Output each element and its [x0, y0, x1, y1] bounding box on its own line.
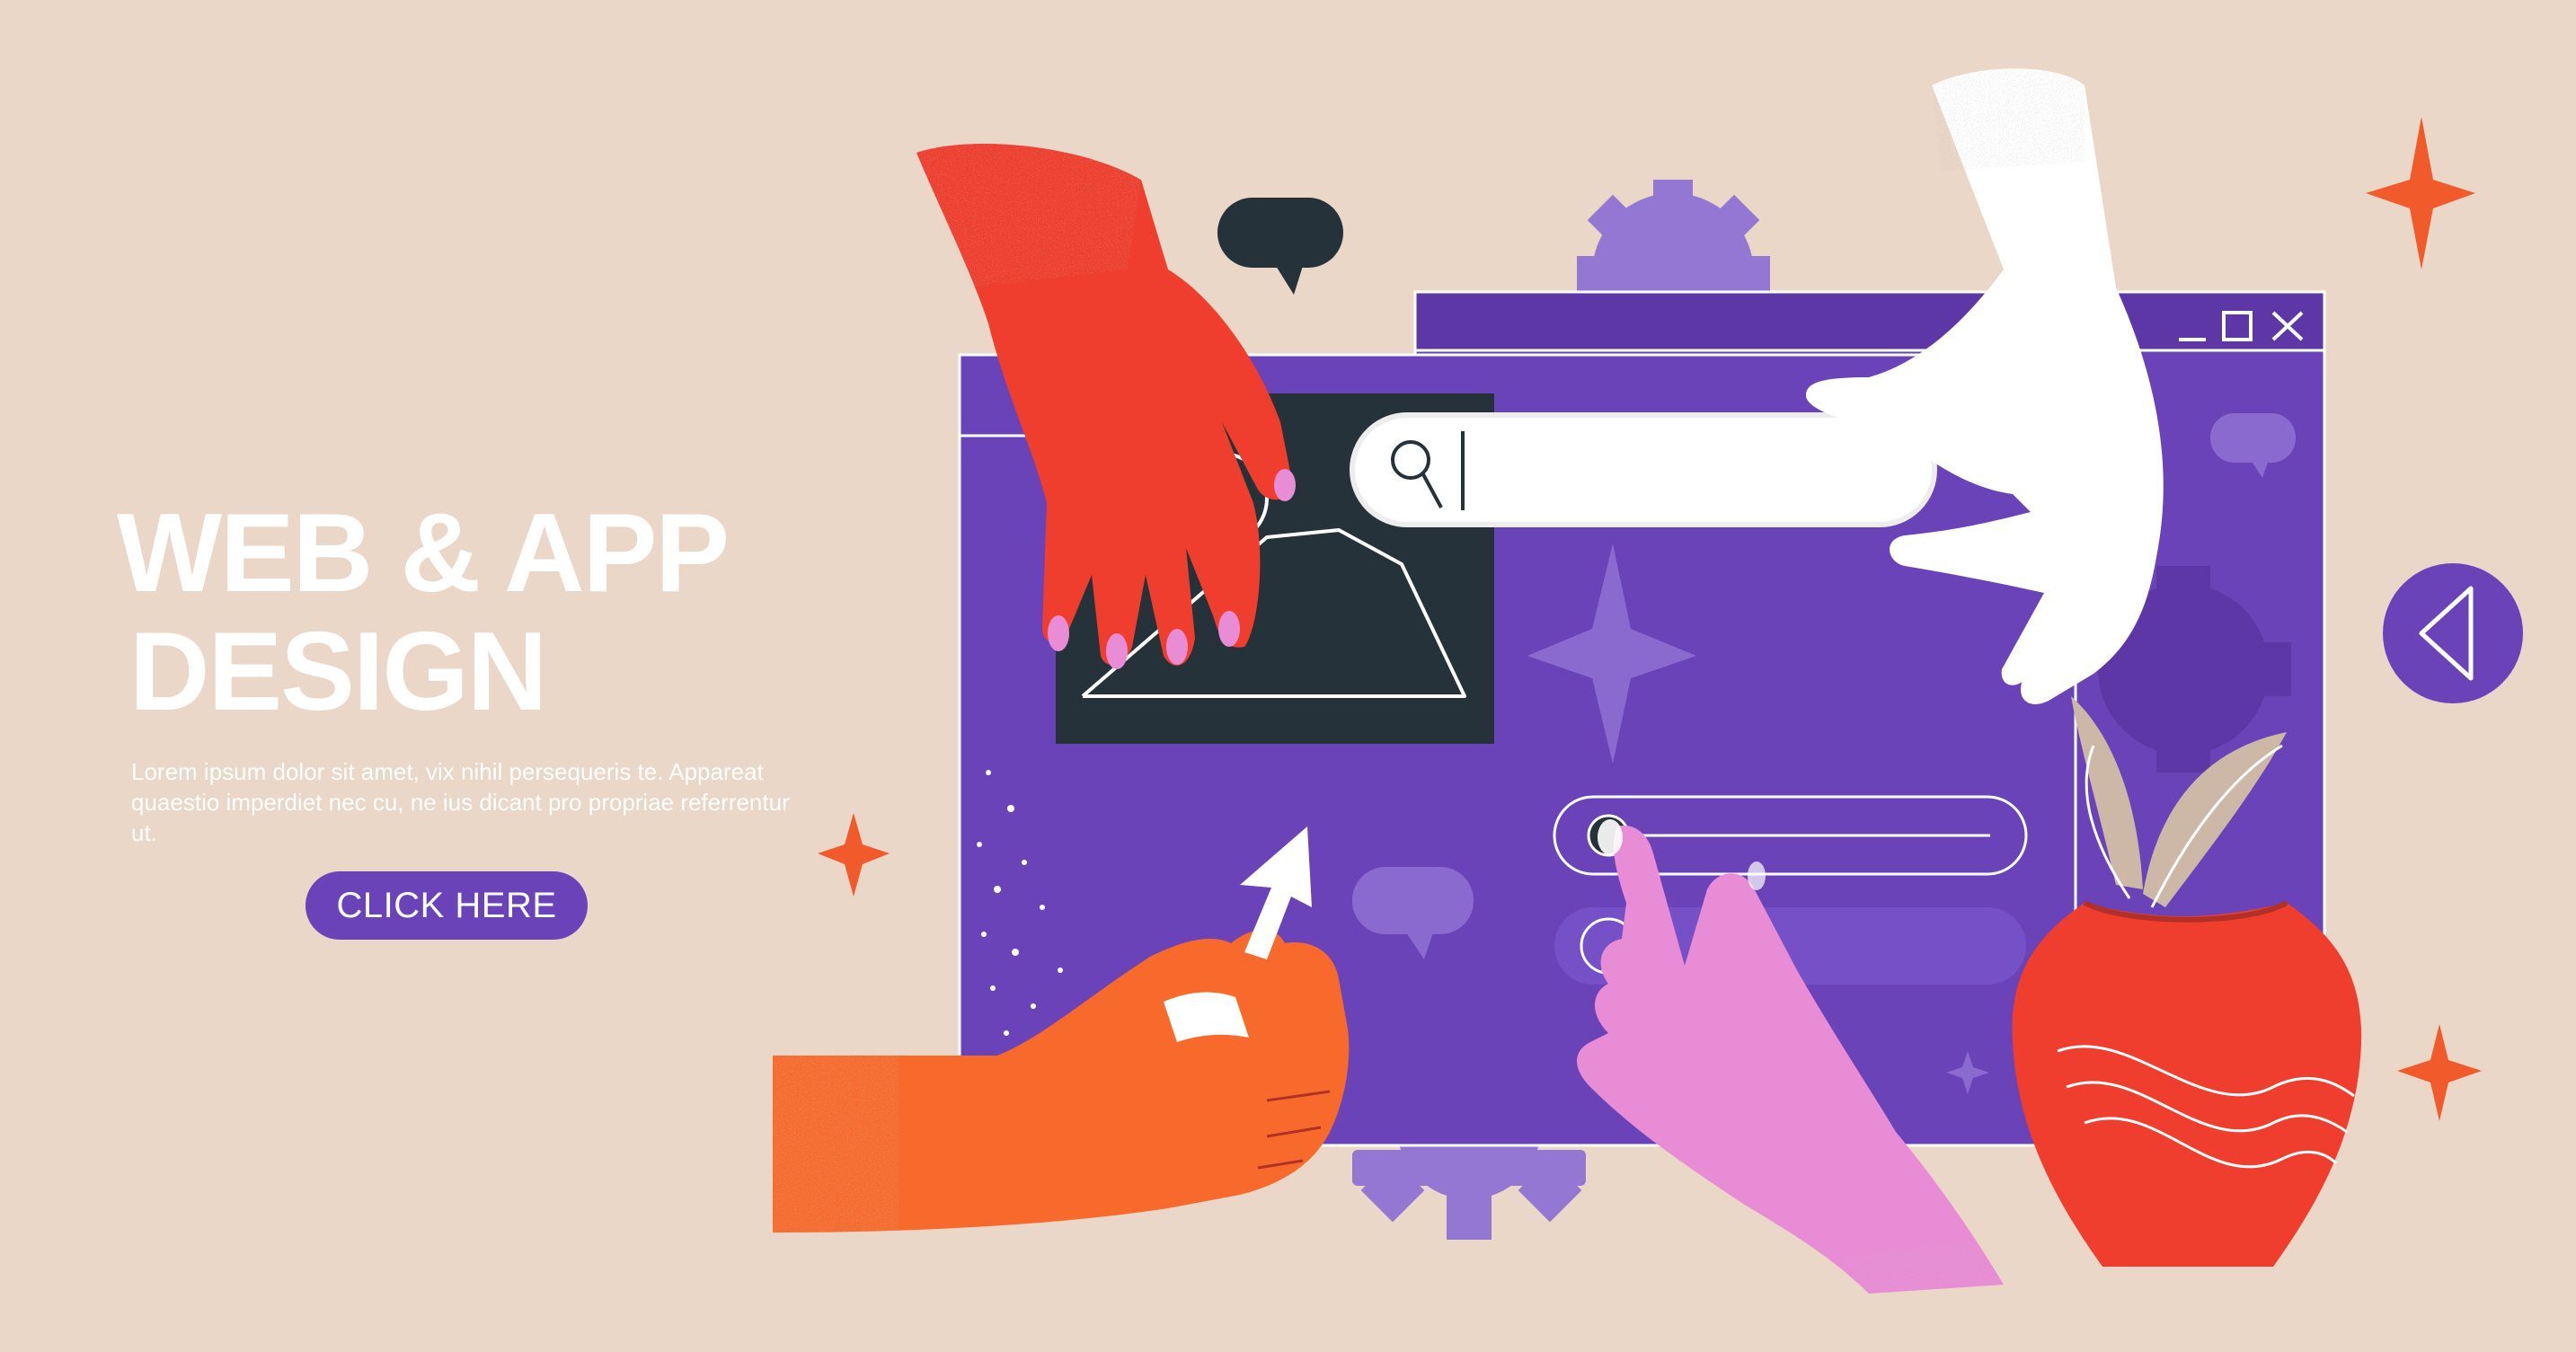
star-icon — [818, 813, 890, 897]
click-here-button[interactable]: CLICK HERE — [305, 871, 588, 940]
search-input[interactable] — [1465, 440, 1899, 496]
title-line-1: WEB & APP — [117, 491, 730, 615]
title-line-2: DESIGN — [129, 610, 547, 734]
page-title: WEB & APP DESIGN — [117, 494, 800, 731]
back-arrow-icon[interactable] — [2383, 563, 2523, 703]
star-icon — [2366, 117, 2475, 270]
hero-description: Lorem ipsum dolor sit amet, vix nihil pe… — [131, 758, 790, 846]
hero-text: WEB & APP DESIGN Lorem ipsum dolor sit a… — [117, 494, 800, 848]
speech-bubble-icon — [1217, 198, 1343, 295]
star-icon — [2397, 1024, 2482, 1121]
